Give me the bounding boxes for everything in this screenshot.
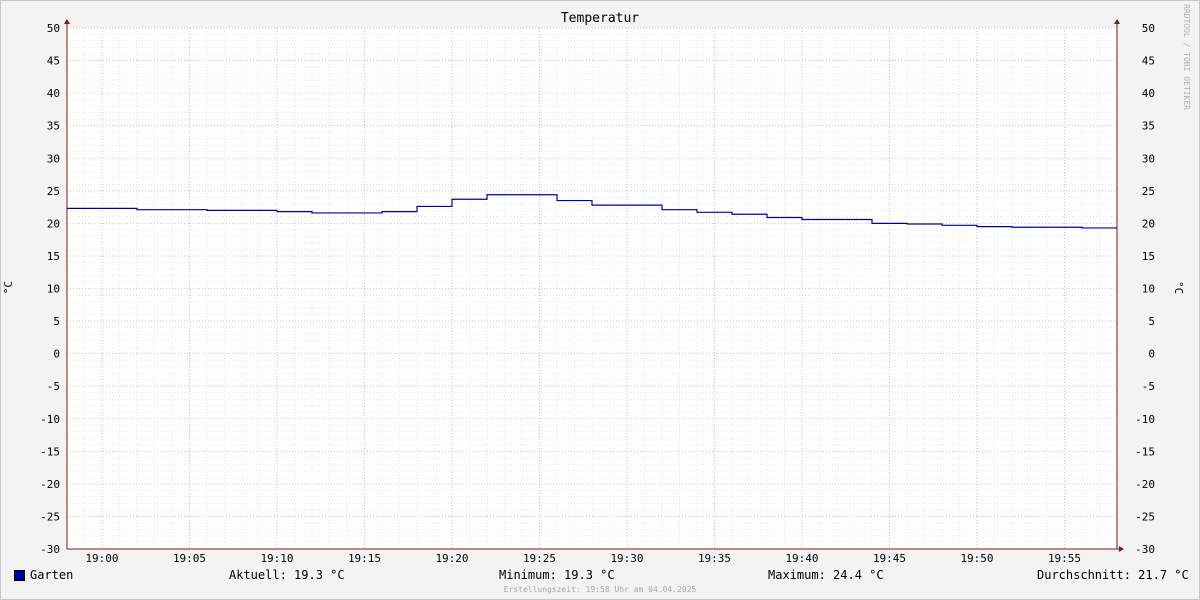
x-tick-label: 19:35 [698, 552, 731, 565]
y-tick-label-left: 0 [53, 348, 60, 361]
x-tick-label: 19:10 [260, 552, 293, 565]
legend-label-garten: Garten [30, 568, 74, 582]
y-tick-label-right: 10 [1142, 283, 1155, 296]
y-tick-label-left: 40 [47, 87, 60, 100]
stat-minimum: Minimum: 19.3 °C [499, 568, 615, 582]
stat-current: Aktuell: 19.3 °C [229, 568, 345, 582]
y-tick-label-right: 30 [1142, 152, 1155, 165]
y-tick-label-left: -15 [40, 445, 60, 458]
y-tick-label-left: 30 [47, 152, 60, 165]
stat-average: Durchschnitt: 21.7 °C [1037, 568, 1189, 582]
y-tick-label-left: -10 [40, 413, 60, 426]
x-axis-arrow [1119, 546, 1124, 552]
y-tick-label-right: -25 [1135, 510, 1155, 523]
y-tick-label-left: 15 [47, 250, 60, 263]
x-tick-label: 19:55 [1048, 552, 1081, 565]
y-tick-label-left: 45 [47, 55, 60, 68]
y-tick-label-right: -15 [1135, 445, 1155, 458]
stat-maximum: Maximum: 24.4 °C [768, 568, 884, 582]
x-tick-label: 19:20 [435, 552, 468, 565]
y-tick-label-right: 45 [1142, 55, 1155, 68]
y-tick-label-left: -20 [40, 478, 60, 491]
x-tick-label: 19:50 [960, 552, 993, 565]
creation-time-footer: Erstellungszeit: 19:58 Uhr am 04.04.2025 [503, 585, 697, 594]
x-tick-label: 19:15 [348, 552, 381, 565]
y-tick-label-right: -10 [1135, 413, 1155, 426]
x-tick-label: 19:30 [610, 552, 643, 565]
y-tick-label-left: 35 [47, 120, 60, 133]
y-tick-label-left: 25 [47, 185, 60, 198]
y-tick-label-left: 10 [47, 283, 60, 296]
y-tick-label-right: 40 [1142, 87, 1155, 100]
y-tick-label-right: 35 [1142, 120, 1155, 133]
x-tick-label: 19:40 [785, 552, 818, 565]
y-tick-label-right: 20 [1142, 217, 1155, 230]
y-tick-label-right: 25 [1142, 185, 1155, 198]
chart-title: Temperatur [560, 11, 640, 26]
y-tick-label-left: 20 [47, 217, 60, 230]
y-tick-label-right: 15 [1142, 250, 1155, 263]
temperature-chart: 50 5045 4540 4035 3530 3025 2520 2015 1510 105 50 0… [40, 19, 1155, 565]
y-tick-label-right: -30 [1135, 543, 1155, 556]
x-tick-label: 19:45 [873, 552, 906, 565]
y-tick-label-right: -5 [1142, 380, 1155, 393]
x-tick-label: 19:05 [173, 552, 206, 565]
y-tick-label-left: 5 [53, 315, 60, 328]
x-tick-label: 19:00 [85, 552, 118, 565]
y-tick-label-right: -20 [1135, 478, 1155, 491]
y-axis-label-left: °C [2, 281, 15, 295]
y-tick-label-right: 5 [1148, 315, 1155, 328]
rrdtool-watermark: RRDTOOL / TOBI OETIKER [1182, 4, 1191, 110]
y-tick-label-left: -25 [40, 510, 60, 523]
x-tick-label: 19:25 [523, 552, 556, 565]
y-tick-label-left: -5 [47, 380, 60, 393]
y-axis-label-right: °C [1172, 281, 1185, 295]
legend-swatch-garten [14, 570, 25, 581]
y-tick-label-right: 0 [1148, 348, 1155, 361]
y-tick-label-left: -30 [40, 543, 60, 556]
